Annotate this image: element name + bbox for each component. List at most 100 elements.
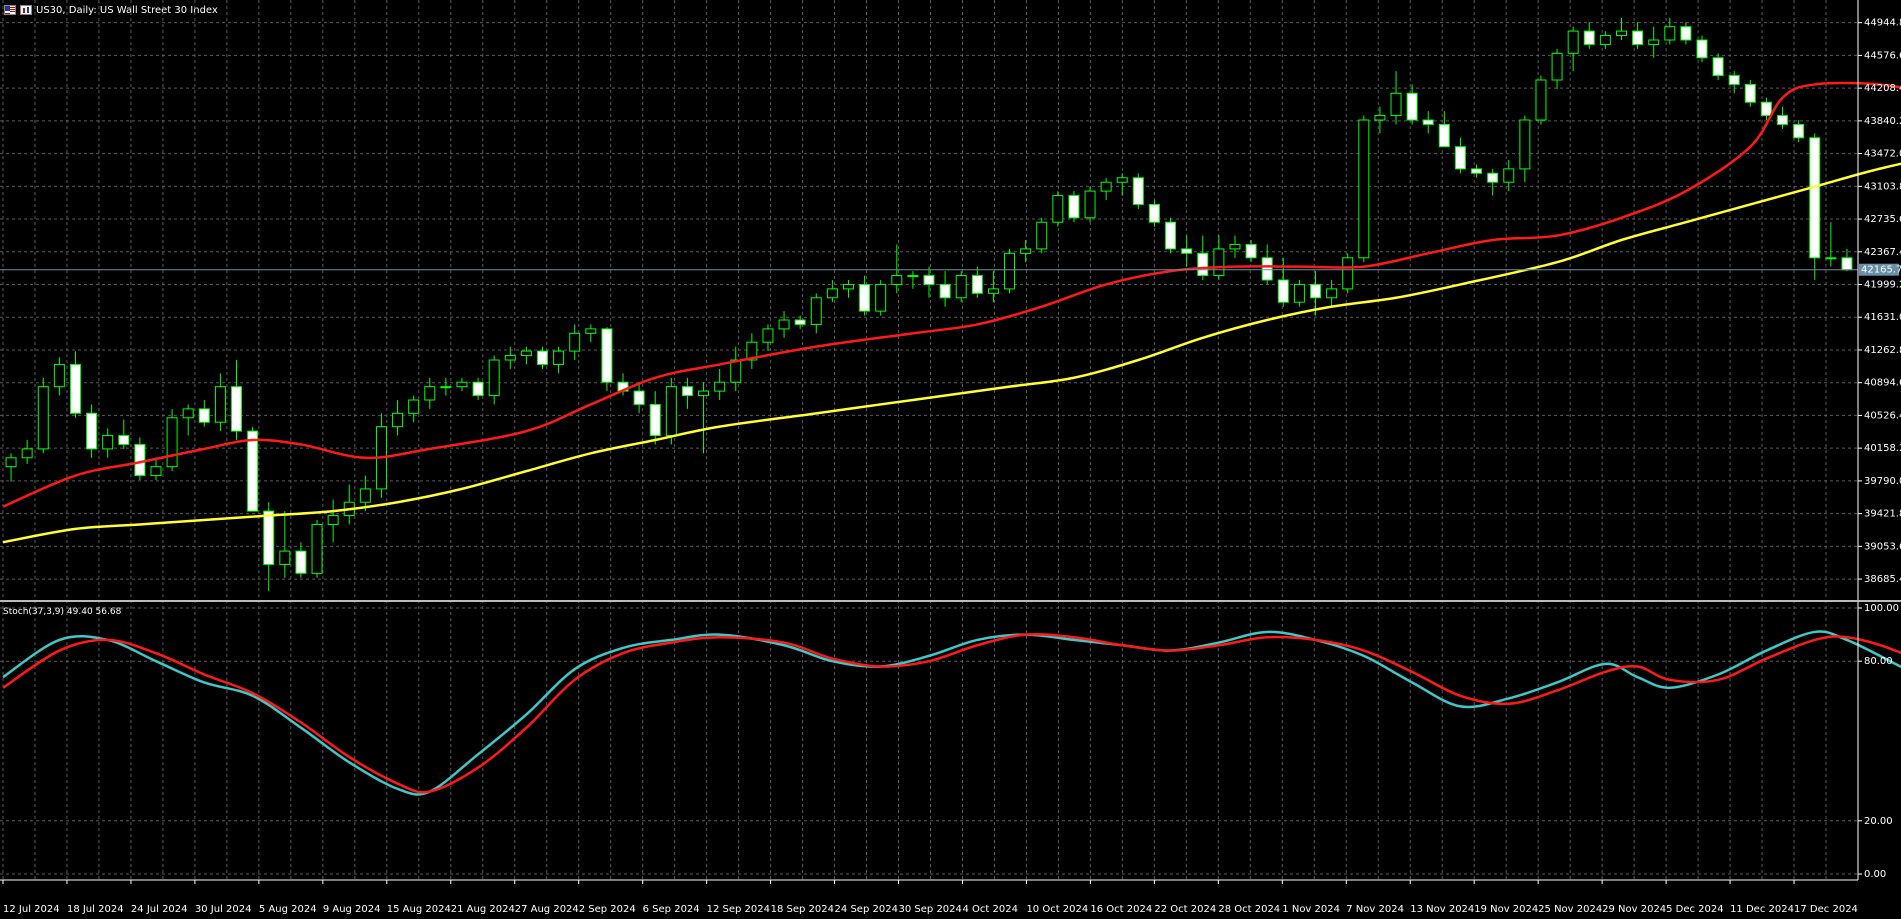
date-tick-label: 12 Sep 2024: [707, 904, 770, 915]
price-panel: [0, 17, 1901, 592]
price-tick-label: 39790.0: [1864, 476, 1901, 487]
candle: [198, 400, 210, 427]
candle: [1535, 75, 1547, 125]
candle: [1374, 106, 1386, 134]
price-tick-label: 38685.4: [1864, 574, 1901, 585]
candle: [1277, 257, 1289, 307]
price-tick-label: 42735.6: [1864, 214, 1901, 225]
candle: [762, 324, 774, 352]
candle: [392, 400, 404, 436]
candle: [134, 437, 146, 480]
candle: [1664, 17, 1676, 45]
candle: [279, 511, 291, 578]
price-tick-label: 40158.2: [1864, 443, 1901, 454]
candle: [1293, 280, 1305, 307]
candle: [1438, 111, 1450, 148]
candle: [231, 360, 243, 440]
date-tick-label: 4 Oct 2024: [962, 904, 1017, 915]
candle: [1068, 191, 1080, 223]
candle: [1020, 240, 1032, 263]
candle: [1342, 253, 1354, 294]
candle: [1132, 173, 1144, 209]
candle: [923, 266, 935, 298]
candle: [1471, 164, 1483, 178]
date-tick-label: 13 Nov 2024: [1410, 904, 1474, 915]
date-tick-label: 25 Nov 2024: [1538, 904, 1602, 915]
date-tick-label: 29 Nov 2024: [1602, 904, 1666, 915]
candle: [1744, 80, 1756, 107]
candle: [1648, 26, 1660, 58]
candle: [1809, 133, 1821, 280]
candle: [182, 404, 194, 436]
candle: [1229, 235, 1241, 258]
price-tick-label: 39421.8: [1864, 509, 1901, 520]
candle: [810, 293, 822, 334]
candle: [408, 395, 420, 423]
date-tick-label: 10 Oct 2024: [1026, 904, 1088, 915]
date-tick-label: 12 Jul 2024: [3, 904, 60, 915]
candle: [1197, 235, 1209, 280]
date-tick-label: 18 Jul 2024: [67, 904, 124, 915]
grid: [0, 0, 1858, 880]
candle: [311, 520, 323, 578]
candle: [585, 324, 597, 343]
candle: [472, 377, 484, 400]
candle: [537, 346, 548, 369]
candle: [1454, 137, 1466, 174]
date-tick-label: 2 Sep 2024: [579, 904, 636, 915]
candle: [1004, 248, 1016, 294]
candle: [601, 327, 613, 392]
moving-average-slow: [2, 162, 1901, 544]
candle: [53, 357, 65, 396]
candle: [343, 484, 355, 525]
candle: [875, 280, 887, 316]
candle: [440, 377, 452, 396]
price-tick-label: 39053.6: [1864, 541, 1901, 552]
candle: [1148, 200, 1160, 227]
price-tick-label: 41999.2: [1864, 280, 1901, 291]
date-tick-label: 5 Aug 2024: [259, 904, 317, 915]
candle: [1712, 53, 1724, 80]
candles: [5, 17, 1853, 592]
candle: [1052, 191, 1064, 227]
date-tick-label: 18 Sep 2024: [771, 904, 834, 915]
candle: [1422, 111, 1434, 134]
price-tick-label: 41631.0: [1864, 312, 1901, 323]
candle: [778, 311, 790, 338]
candle: [794, 315, 806, 329]
candle: [939, 271, 951, 307]
candle: [1825, 222, 1837, 267]
date-tick-label: 6 Sep 2024: [643, 904, 700, 915]
stoch-tick-label: 80.00: [1864, 656, 1893, 667]
candle: [553, 346, 565, 374]
candle: [826, 280, 838, 303]
candle: [907, 271, 919, 289]
candle: [327, 499, 339, 543]
candle: [1406, 84, 1418, 125]
candle: [955, 271, 967, 303]
candle: [69, 351, 81, 418]
candle: [456, 377, 468, 392]
candle: [1519, 115, 1531, 183]
price-tick-label: 43472.0: [1864, 149, 1901, 160]
stochastic-panel: [2, 630, 1901, 796]
candle: [649, 391, 661, 445]
candle: [1567, 26, 1579, 72]
candle: [730, 346, 742, 392]
date-tick-label: 1 Nov 2024: [1282, 904, 1340, 915]
candle: [488, 355, 500, 405]
date-tick-label: 15 Aug 2024: [387, 904, 451, 915]
candle: [86, 404, 98, 458]
axes: 44944.8 44576.6 44208.4 43840.2 43472.0 43103…: [0, 0, 1901, 915]
candle: [1261, 244, 1273, 285]
price-tick-label: 43840.2: [1864, 116, 1901, 127]
candle: [714, 368, 726, 400]
stochastic-signal-line: [2, 632, 1901, 794]
chart-canvas[interactable]: 44944.8 44576.6 44208.4 43840.2 43472.0 43103…: [0, 0, 1901, 919]
candle: [1599, 31, 1611, 49]
candle: [1100, 177, 1112, 200]
candle: [1165, 217, 1177, 254]
candle: [1326, 280, 1338, 307]
candle: [1036, 217, 1048, 254]
date-tick-label: 5 Dec 2024: [1666, 904, 1724, 915]
